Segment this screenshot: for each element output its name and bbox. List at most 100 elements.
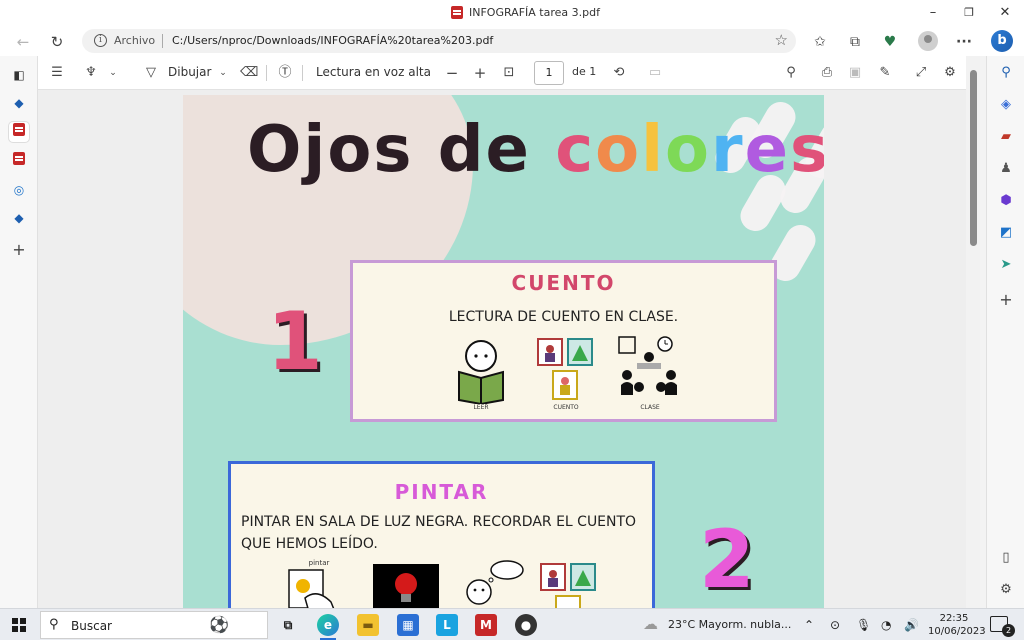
tab-pdf-active[interactable] — [9, 122, 29, 142]
page-total-label: de 1 — [572, 65, 597, 78]
send-icon[interactable]: ➤ — [996, 255, 1016, 275]
more-menu-icon[interactable]: ··· — [953, 31, 975, 53]
step-number-2: 2 — [699, 513, 755, 606]
favorites-icon[interactable]: ✩ — [809, 31, 831, 53]
edge-app-icon[interactable]: e — [317, 614, 339, 640]
draw-button[interactable]: Dibujar — [168, 65, 211, 79]
save-icon[interactable]: ▣ — [846, 64, 864, 82]
title-letter: o — [665, 113, 711, 187]
pdf-page: Ojos de colores 1 CUENTO LECTURA DE CUEN… — [183, 95, 824, 608]
url-text[interactable]: C:/Users/nproc/Downloads/INFOGRAFÍA%20ta… — [172, 34, 493, 47]
windows-taskbar: ⚲ Buscar ⚽ ⧉ e ▬ ▦ L M ● ☁ 23°C Mayorm. … — [0, 608, 1024, 640]
pintar-pictogram — [288, 569, 335, 608]
games-icon[interactable]: ♟ — [996, 159, 1016, 179]
highlight-icon[interactable]: ♆ — [82, 64, 100, 82]
window-title-text: INFOGRAFÍA tarea 3.pdf — [469, 6, 600, 19]
clase-pictogram — [618, 336, 677, 395]
maximize-button[interactable]: ❐ — [954, 3, 984, 23]
microsoft365-icon[interactable]: ⬢ — [996, 191, 1016, 211]
draw-pen-icon[interactable]: ▽ — [142, 64, 160, 82]
text-box-icon[interactable]: Ⓣ — [276, 64, 294, 82]
task-view-icon[interactable]: ⧉ — [277, 614, 299, 636]
close-button[interactable]: ✕ — [990, 3, 1020, 23]
chevron-down-icon[interactable]: ⌄ — [214, 64, 232, 82]
vertical-tabs-sidebar: ◧ ◆ ◎ ◆ + — [0, 56, 38, 608]
app-l-icon[interactable]: L — [436, 614, 458, 636]
settings-gear-icon[interactable]: ⚙ — [941, 64, 959, 82]
tab-pdf[interactable] — [9, 151, 29, 171]
eraser-icon[interactable]: ⌫ — [240, 64, 258, 82]
rotate-icon[interactable]: ⟲ — [610, 64, 628, 82]
read-aloud-button[interactable]: Lectura en voz alta — [316, 65, 431, 79]
browser-essentials-icon[interactable]: ♥ — [879, 31, 901, 53]
mcafee-icon[interactable]: M — [475, 614, 497, 636]
back-arrow-icon[interactable]: ← — [12, 31, 34, 53]
title-colored-text: colores — [555, 113, 824, 187]
page-number-input[interactable]: 1 — [534, 61, 564, 85]
contents-list-icon[interactable]: ☰ — [48, 64, 66, 82]
notifications-icon[interactable]: 2 — [990, 616, 1015, 637]
scheme-label: Archivo — [114, 34, 156, 47]
pdf-tab-icon — [13, 123, 25, 136]
refresh-icon[interactable]: ↻ — [46, 31, 68, 53]
fit-page-icon[interactable]: ⊡ — [500, 64, 518, 82]
zoom-out-button[interactable]: − — [443, 64, 461, 82]
network-icon[interactable]: ◔ — [881, 618, 891, 632]
meet-icon[interactable]: ⊙ — [830, 618, 840, 632]
save-as-icon[interactable]: ✎ — [876, 64, 894, 82]
weather-cloud-icon: ☁ — [643, 615, 658, 633]
weather-text[interactable]: 23°C Mayorm. nubla... — [668, 618, 791, 631]
taskbar-search-input[interactable]: ⚲ Buscar ⚽ — [40, 611, 268, 639]
edge-sidebar: ⚲ ◈ ▰ ♟ ⬢ ◩ ➤ + ▯ ⚙ — [986, 56, 1024, 608]
card-cuento: CUENTO LECTURA DE CUENTO EN CLASE. LEER … — [350, 260, 777, 422]
cuento-pictogram-2 — [540, 563, 596, 608]
pdf-tab-icon — [13, 152, 25, 165]
tab-actions-icon[interactable]: ◧ — [9, 65, 29, 85]
fullscreen-icon[interactable]: ⤢ — [912, 64, 930, 82]
microphone-icon[interactable]: 🎙 — [856, 618, 871, 632]
soccer-ball-icon: ⚽ — [209, 615, 229, 634]
sidebar-settings-gear-icon[interactable]: ⚙ — [996, 580, 1016, 600]
title-letter: e — [744, 113, 790, 187]
tools-briefcase-icon[interactable]: ▰ — [996, 127, 1016, 147]
outlook-icon[interactable]: ◩ — [996, 223, 1016, 243]
search-label: Buscar — [71, 619, 112, 633]
shopping-tag-icon[interactable]: ◈ — [996, 95, 1016, 115]
bing-copilot-icon[interactable]: b — [991, 30, 1013, 52]
add-sidebar-app-icon[interactable]: + — [996, 290, 1016, 310]
page-view-icon[interactable]: ▭ — [646, 64, 664, 82]
title-letter: r — [711, 113, 745, 187]
scrollbar-thumb[interactable] — [970, 70, 977, 246]
profile-avatar[interactable] — [918, 31, 938, 51]
store-icon[interactable]: ▦ — [397, 614, 419, 636]
toolbar-divider — [266, 65, 267, 81]
favorite-star-icon[interactable]: ☆ — [775, 31, 788, 49]
picto-label-leer: LEER — [473, 404, 489, 411]
chevron-up-icon[interactable]: ⌃ — [804, 618, 814, 632]
search-icon[interactable]: ⚲ — [782, 64, 800, 82]
document-viewer[interactable]: Ojos de colores 1 CUENTO LECTURA DE CUEN… — [38, 90, 966, 608]
toolbar-divider — [302, 65, 303, 81]
system-clock[interactable]: 22:35 10/06/2023 — [928, 612, 986, 638]
windows-start-icon[interactable] — [12, 618, 26, 632]
print-icon[interactable]: ⎙ — [818, 64, 836, 82]
new-tab-plus-icon[interactable]: + — [9, 240, 29, 260]
notification-count: 2 — [1002, 624, 1015, 637]
picto-label-clase: CLASE — [640, 404, 660, 411]
tab-edu-icon-2[interactable]: ◆ — [9, 208, 29, 228]
zoom-in-button[interactable]: + — [471, 64, 489, 82]
info-icon[interactable]: i — [94, 34, 107, 47]
url-field[interactable]: i Archivo C:/Users/nproc/Downloads/INFOG… — [82, 29, 796, 53]
app-ball-icon[interactable]: ● — [515, 614, 537, 636]
tab-edu-icon[interactable]: ◆ — [9, 93, 29, 113]
sidebar-layout-icon[interactable]: ▯ — [996, 548, 1016, 568]
title-letter: o — [595, 113, 642, 187]
search-icon[interactable]: ⚲ — [996, 63, 1016, 83]
tab-web-icon[interactable]: ◎ — [9, 180, 29, 200]
file-explorer-icon[interactable]: ▬ — [357, 614, 379, 636]
minimize-button[interactable]: – — [918, 3, 948, 23]
volume-icon[interactable]: 🔊 — [904, 618, 919, 632]
chevron-down-icon[interactable]: ⌄ — [104, 64, 122, 82]
title-dark-text: Ojos de — [247, 113, 556, 187]
collections-icon[interactable]: ⧉ — [844, 31, 866, 53]
